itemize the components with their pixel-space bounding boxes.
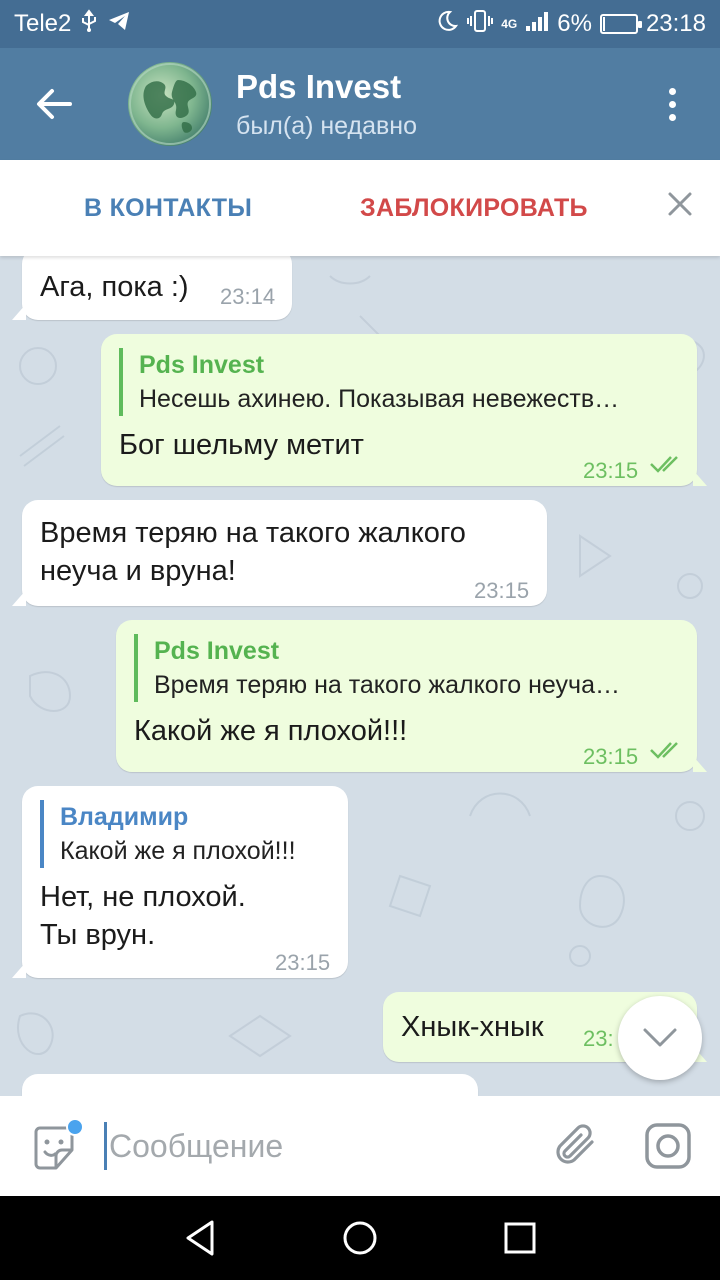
message-time: 23:15 xyxy=(583,744,639,769)
reply-quote[interactable]: Pds Invest Несешь ахинею. Показывая неве… xyxy=(119,348,679,416)
message-time: 23: xyxy=(583,1026,614,1051)
scroll-to-bottom-button[interactable] xyxy=(618,996,702,1080)
telegram-icon xyxy=(107,10,131,39)
bubble-tail xyxy=(693,756,707,772)
chat-status: был(а) недавно xyxy=(236,112,418,140)
carrier-name: Tele2 xyxy=(14,10,72,37)
triangle-back-icon xyxy=(186,1220,214,1256)
message-outgoing[interactable]: Pds Invest Несешь ахинею. Показывая неве… xyxy=(101,334,707,486)
usb-icon xyxy=(79,8,99,40)
camera-button[interactable] xyxy=(642,1120,694,1172)
system-navigation-bar xyxy=(0,1196,720,1280)
reply-text: Какой же я плохой!!! xyxy=(60,837,296,865)
message-text-line: Нет, не плохой. xyxy=(40,881,246,913)
moon-icon xyxy=(435,9,459,40)
chat-title: Pds Invest xyxy=(236,68,402,105)
back-button[interactable] xyxy=(26,78,82,130)
message-text: Ага, пока :) xyxy=(40,271,189,303)
double-check-icon xyxy=(650,456,678,473)
nav-back-button[interactable] xyxy=(178,1216,222,1260)
block-user-button[interactable]: ЗАБЛОКИРОВАТЬ xyxy=(360,194,588,223)
nav-recents-button[interactable] xyxy=(498,1216,542,1260)
close-panel-button[interactable] xyxy=(664,188,696,224)
message-incoming[interactable]: Время теряю на такого жалкого неуча и вр… xyxy=(12,500,547,606)
message-text-line: неуча и вруна! xyxy=(40,555,236,587)
network-type: 4G xyxy=(501,17,518,31)
message-incoming[interactable]: Ага, пока :) 23:14 xyxy=(12,256,292,320)
bubble-tail xyxy=(12,590,26,606)
add-contact-button[interactable]: В КОНТАКТЫ xyxy=(84,194,252,223)
bubble-tail xyxy=(12,304,26,320)
reply-quote[interactable]: Pds Invest Время теряю на такого жалкого… xyxy=(134,634,679,702)
spam-action-panel: В КОНТАКТЫ ЗАБЛОКИРОВАТЬ xyxy=(0,160,720,256)
camera-icon xyxy=(645,1123,691,1169)
menu-dot xyxy=(668,100,676,108)
globe-icon xyxy=(129,63,211,145)
chevron-down-icon xyxy=(643,1028,677,1047)
message-composer xyxy=(0,1096,720,1196)
reply-text: Несешь ахинею. Показывая невежеств… xyxy=(139,385,620,413)
menu-dot xyxy=(668,113,676,121)
battery-percent: 6% xyxy=(557,10,592,37)
message-outgoing[interactable]: Pds Invest Время теряю на такого жалкого… xyxy=(116,620,707,772)
status-bar: Tele2 4G 6% 23:18 xyxy=(0,0,720,48)
reply-text: Время теряю на такого жалкого неуча… xyxy=(154,671,620,699)
nav-home-button[interactable] xyxy=(338,1216,382,1260)
more-menu-button[interactable] xyxy=(652,80,692,128)
notification-dot xyxy=(66,1118,84,1136)
clock: 23:18 xyxy=(645,10,706,37)
reply-quote[interactable]: Владимир Какой же я плохой!!! xyxy=(40,800,330,868)
bubble-tail xyxy=(693,470,707,486)
bubble-tail xyxy=(12,962,26,978)
square-recents-icon xyxy=(504,1222,536,1254)
message-time: 23:15 xyxy=(583,458,639,483)
vibrate-icon xyxy=(467,9,494,40)
message-text: Хнык-хнык xyxy=(401,1011,544,1043)
paperclip-icon xyxy=(556,1124,594,1164)
message-incoming[interactable]: Владимир Какой же я плохой!!! Нет, не пл… xyxy=(12,786,348,978)
circle-home-icon xyxy=(343,1221,377,1255)
message-incoming-partial[interactable] xyxy=(22,1074,478,1096)
message-time: 23:14 xyxy=(220,284,276,309)
message-time: 23:15 xyxy=(474,578,530,603)
double-check-icon xyxy=(650,742,678,759)
close-icon xyxy=(668,192,692,216)
reply-author: Pds Invest xyxy=(139,351,265,379)
reply-author: Владимир xyxy=(60,803,189,831)
signal-icon xyxy=(525,10,549,39)
message-list[interactable]: Ага, пока :) 23:14 Pds Invest Несешь ахи… xyxy=(0,256,720,1096)
avatar[interactable] xyxy=(128,62,212,146)
attach-button[interactable] xyxy=(552,1120,602,1170)
reply-author: Pds Invest xyxy=(154,637,280,665)
arrow-left-icon xyxy=(37,89,72,119)
message-time: 23:15 xyxy=(275,950,331,975)
battery-icon xyxy=(599,14,642,34)
chat-header: Pds Invest был(а) недавно xyxy=(0,48,720,160)
message-input[interactable] xyxy=(104,1122,524,1170)
dots-vertical-icon xyxy=(668,87,676,95)
message-text-line: Время теряю на такого жалкого xyxy=(40,517,466,549)
sticker-emoji-button[interactable] xyxy=(30,1118,84,1172)
